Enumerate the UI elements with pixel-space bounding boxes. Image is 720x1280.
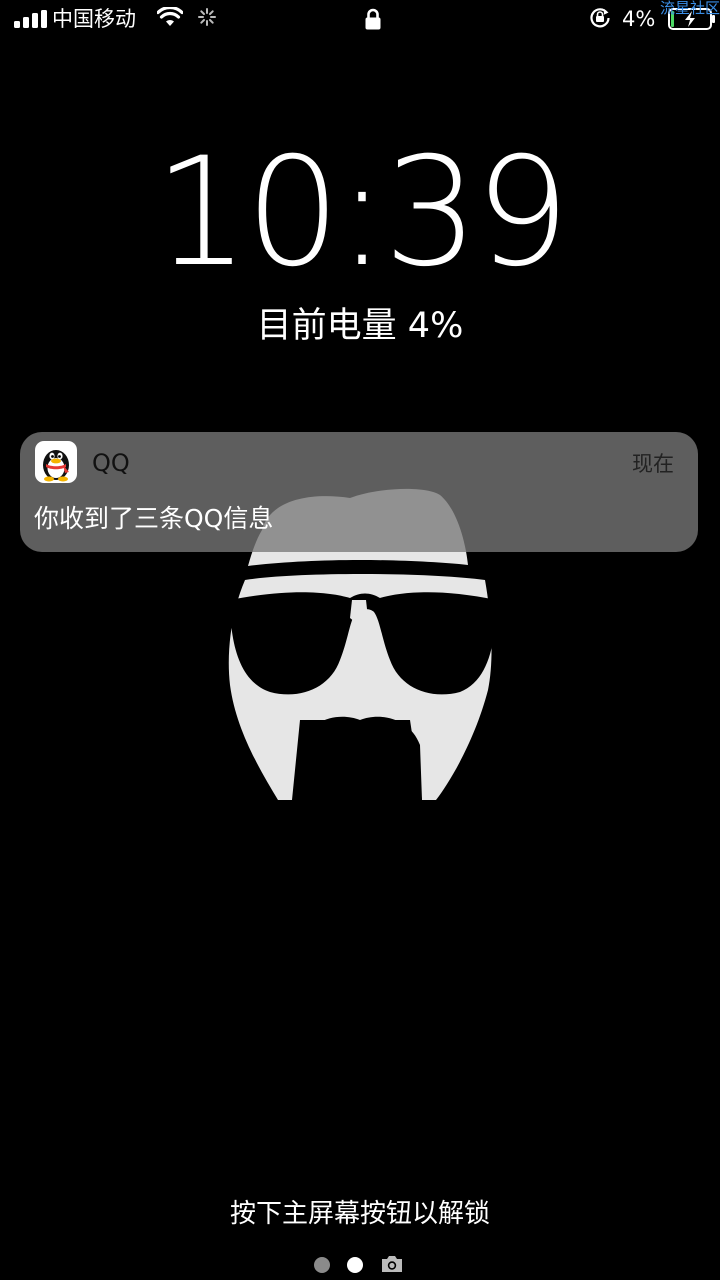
notification-message: 你收到了三条QQ信息 [34,504,274,533]
battery-level-label: 目前电量 4% [256,306,464,346]
rotation-lock-icon [590,8,610,28]
lock-screen: 中国移动 4% 流星社区 10:39 目前电量 4% QQ 现在 你收到了三条Q… [0,0,720,1280]
carrier-name: 中国移动 [52,7,136,31]
wifi-icon [157,7,183,26]
notification-app-name: QQ [92,449,130,477]
signal-icon [14,10,47,28]
page-dot-1[interactable] [314,1257,330,1273]
page-indicator[interactable] [312,1252,412,1278]
status-bar: 中国移动 4% 流星社区 [0,0,720,40]
notification-time: 现在 [632,452,674,476]
unlock-hint: 按下主屏幕按钮以解锁 [229,1199,490,1229]
camera-icon[interactable] [380,1254,404,1274]
watermark-label: 流星社区 [659,0,720,17]
activity-spinner-icon [198,8,216,26]
lockscreen-clock: 10:39 [153,126,570,300]
battery-percent: 4% [622,7,656,31]
qq-notification[interactable]: QQ 现在 你收到了三条QQ信息 [20,432,698,552]
lock-icon [365,8,381,30]
notification-header: QQ 现在 [20,432,698,494]
qq-penguin-icon [35,441,77,483]
page-dot-2-active[interactable] [347,1257,363,1273]
